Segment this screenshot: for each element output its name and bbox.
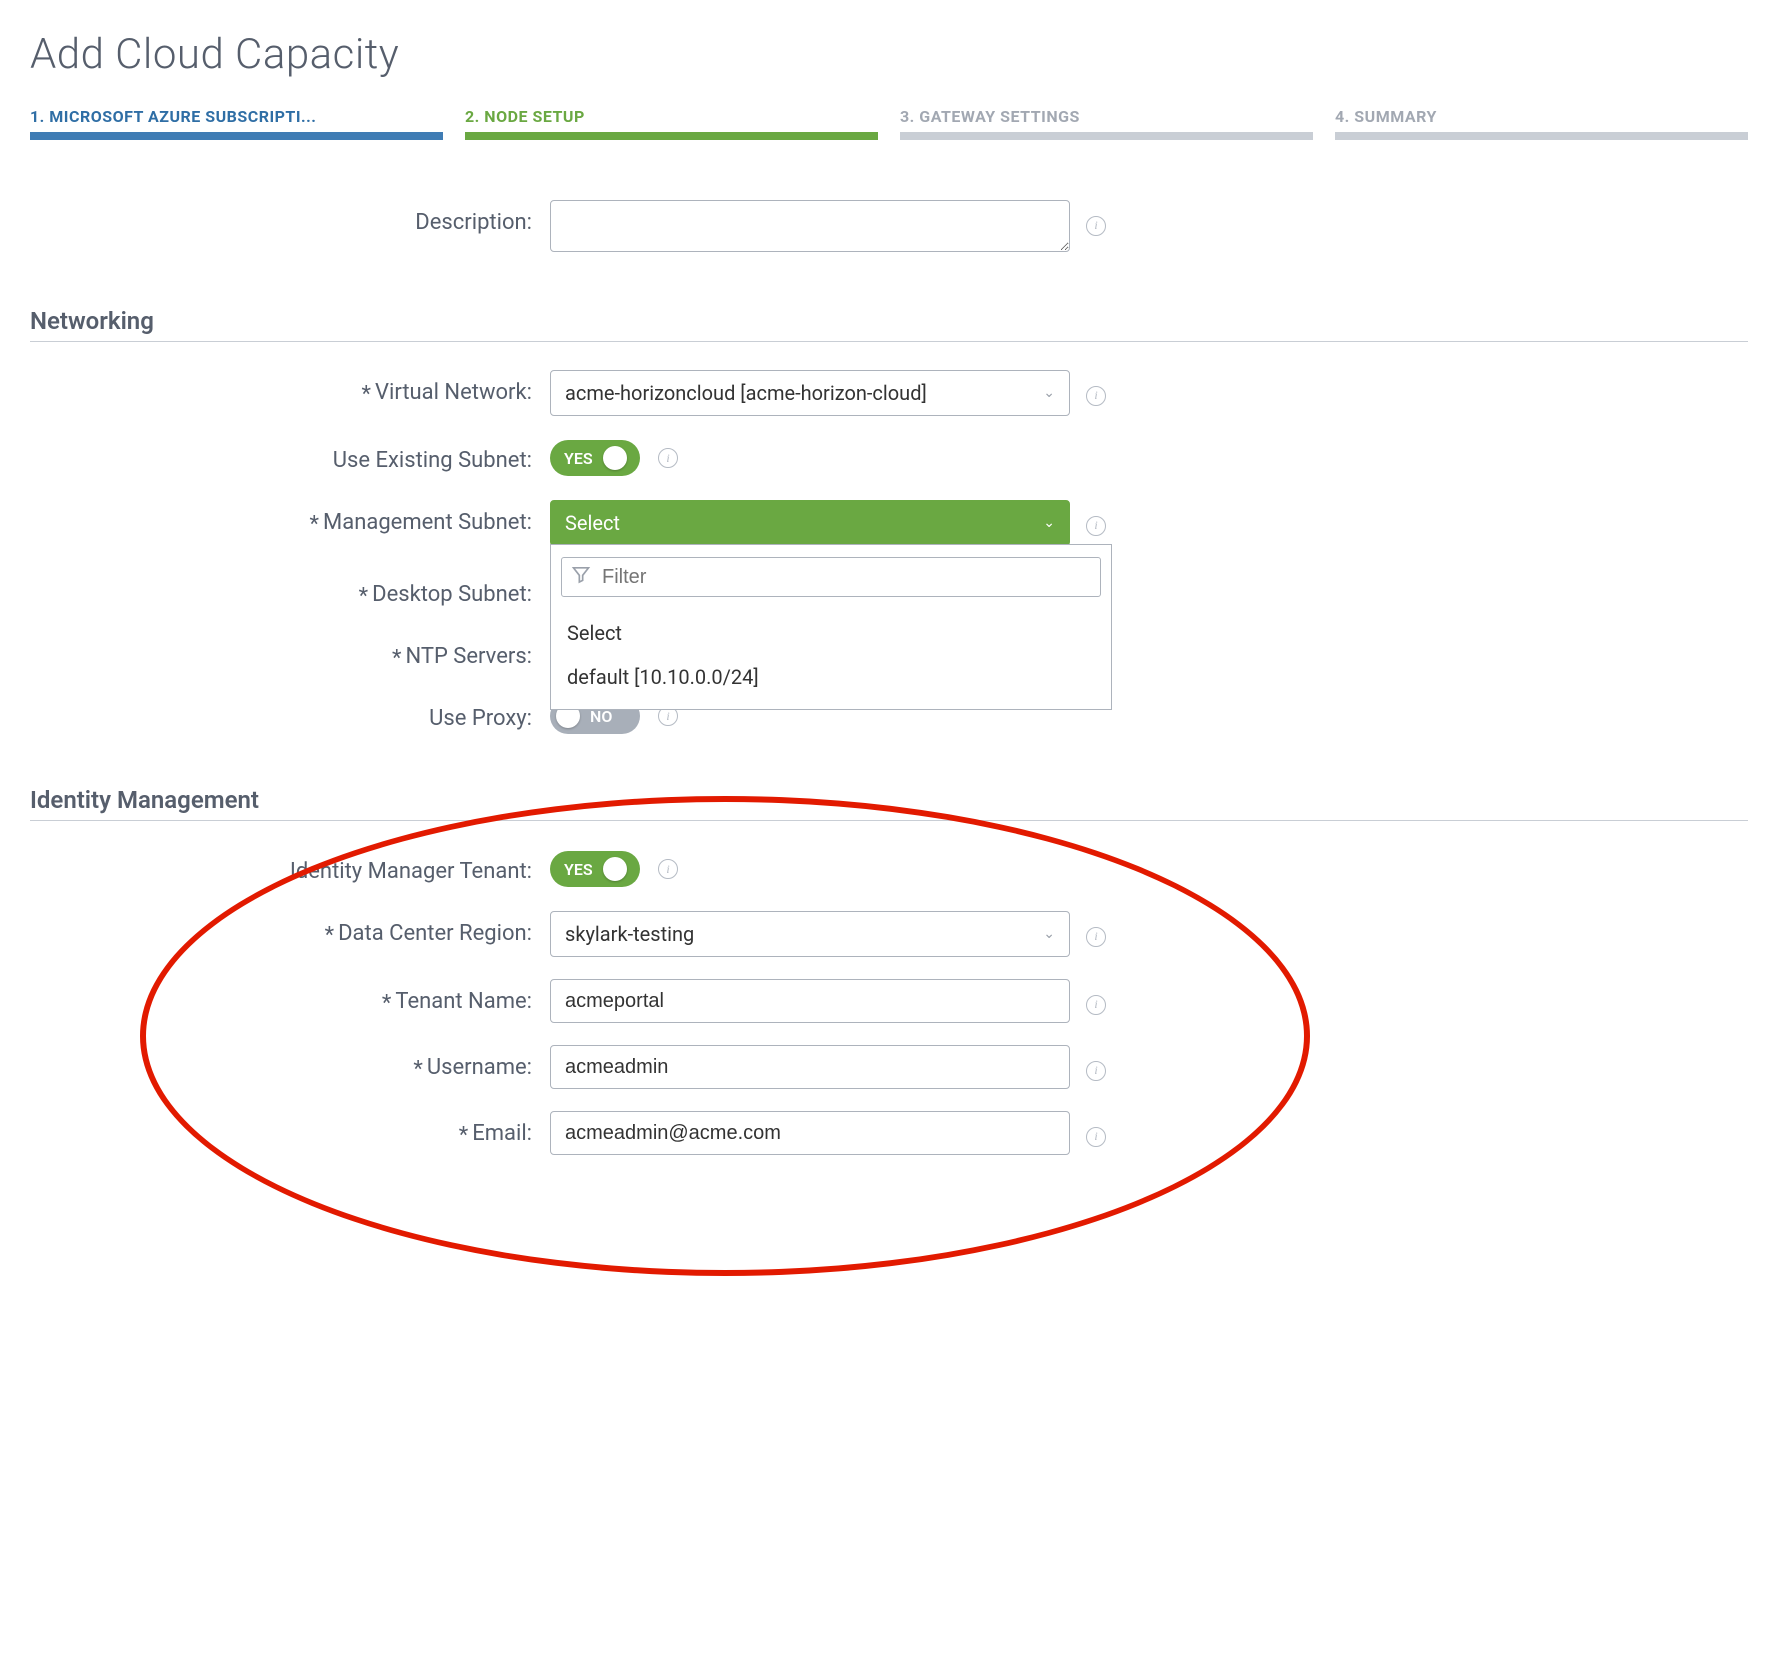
filter-icon (571, 565, 591, 590)
info-icon[interactable]: i (658, 859, 678, 879)
step-azure-subscription[interactable]: 1. MICROSOFT AZURE SUBSCRIPTI... (30, 107, 443, 140)
label-description: Description: (30, 200, 550, 235)
info-icon[interactable]: i (1086, 1061, 1106, 1081)
step-label: 4. SUMMARY (1335, 107, 1748, 132)
label-desktop-subnet: *Desktop Subnet: (30, 572, 550, 607)
wizard-steps: 1. MICROSOFT AZURE SUBSCRIPTI... 2. NODE… (30, 107, 1748, 140)
row-username: *Username: i (30, 1045, 1748, 1089)
row-email: *Email: i (30, 1111, 1748, 1155)
data-center-region-select[interactable]: skylark-testing ⌄ (550, 911, 1070, 957)
label-use-proxy: Use Proxy: (30, 696, 550, 731)
step-bar (465, 132, 878, 140)
select-value: skylark-testing (565, 922, 694, 946)
dropdown-option[interactable]: default [10.10.0.0/24] (561, 655, 1101, 699)
label-username: *Username: (30, 1045, 550, 1080)
step-bar (1335, 132, 1748, 140)
chevron-down-icon: ⌄ (1043, 385, 1055, 401)
label-use-existing-subnet: Use Existing Subnet: (30, 438, 550, 473)
identity-manager-tenant-toggle[interactable]: YES (550, 851, 640, 887)
toggle-knob (603, 446, 627, 470)
info-icon[interactable]: i (1086, 386, 1106, 406)
label-management-subnet: *Management Subnet: (30, 500, 550, 535)
select-value: Select (565, 511, 620, 535)
toggle-knob (603, 857, 627, 881)
label-tenant-name: *Tenant Name: (30, 979, 550, 1014)
step-label: 1. MICROSOFT AZURE SUBSCRIPTI... (30, 107, 443, 132)
username-input[interactable] (550, 1045, 1070, 1089)
management-subnet-dropdown: Select default [10.10.0.0/24] (550, 544, 1112, 710)
row-management-subnet: *Management Subnet: Select ⌄ Select defa… (30, 500, 1748, 546)
label-ntp-servers: *NTP Servers: (30, 634, 550, 669)
row-data-center-region: *Data Center Region: skylark-testing ⌄ i (30, 911, 1748, 957)
description-input[interactable] (550, 200, 1070, 252)
dropdown-filter-input[interactable] (561, 557, 1101, 597)
label-identity-manager-tenant: Identity Manager Tenant: (30, 849, 550, 884)
step-label: 3. GATEWAY SETTINGS (900, 107, 1313, 132)
label-data-center-region: *Data Center Region: (30, 911, 550, 946)
info-icon[interactable]: i (1086, 995, 1106, 1015)
info-icon[interactable]: i (1086, 1127, 1106, 1147)
tenant-name-input[interactable] (550, 979, 1070, 1023)
chevron-down-icon: ⌄ (1043, 515, 1055, 531)
info-icon[interactable]: i (658, 448, 678, 468)
section-heading-networking: Networking (30, 307, 1748, 342)
info-icon[interactable]: i (1086, 927, 1106, 947)
info-icon[interactable]: i (1086, 216, 1106, 236)
chevron-down-icon: ⌄ (1043, 926, 1055, 942)
info-icon[interactable]: i (1086, 516, 1106, 536)
virtual-network-select[interactable]: acme-horizoncloud [acme-horizon-cloud] ⌄ (550, 370, 1070, 416)
email-input[interactable] (550, 1111, 1070, 1155)
section-heading-identity: Identity Management (30, 786, 1748, 821)
row-virtual-network: *Virtual Network: acme-horizoncloud [acm… (30, 370, 1748, 416)
step-summary[interactable]: 4. SUMMARY (1335, 107, 1748, 140)
dropdown-option[interactable]: Select (561, 611, 1101, 655)
step-bar (900, 132, 1313, 140)
step-gateway-settings[interactable]: 3. GATEWAY SETTINGS (900, 107, 1313, 140)
row-tenant-name: *Tenant Name: i (30, 979, 1748, 1023)
step-bar (30, 132, 443, 140)
toggle-label: YES (564, 860, 593, 879)
row-identity-manager-tenant: Identity Manager Tenant: YES i (30, 849, 1748, 889)
label-virtual-network: *Virtual Network: (30, 370, 550, 405)
select-value: acme-horizoncloud [acme-horizon-cloud] (565, 381, 927, 405)
management-subnet-select[interactable]: Select ⌄ (550, 500, 1070, 546)
label-email: *Email: (30, 1111, 550, 1146)
toggle-label: YES (564, 449, 593, 468)
row-use-existing-subnet: Use Existing Subnet: YES i (30, 438, 1748, 478)
use-existing-subnet-toggle[interactable]: YES (550, 440, 640, 476)
row-description: Description: i (30, 200, 1748, 257)
page-title: Add Cloud Capacity (30, 30, 1748, 79)
step-node-setup[interactable]: 2. NODE SETUP (465, 107, 878, 140)
step-label: 2. NODE SETUP (465, 107, 878, 132)
